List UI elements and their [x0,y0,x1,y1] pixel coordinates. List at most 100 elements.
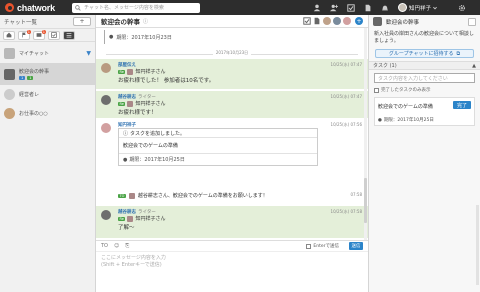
search-input[interactable]: チャット名、メッセージ内容を検索 [72,2,200,13]
chat-item-name: マイチャット [19,51,49,57]
chat-item-work[interactable]: お仕事の○○ [0,104,95,123]
user-name: 知円祥子 [408,5,431,12]
to-badge: TO [118,193,126,198]
member-avatar[interactable] [323,17,331,25]
member-avatar[interactable] [343,17,351,25]
collapse-icon[interactable]: ▲ [472,63,476,69]
emoji-icon[interactable]: ☺ [114,243,119,249]
message-timeline: ● 期限：2017年10月23日 2017年10月23日 部屋伝え 10/25(… [96,28,368,240]
task-input[interactable]: タスク内容を入力してください [374,73,475,83]
enter-send-label: Enterで送信 [313,244,339,249]
filter-flag-icon[interactable]: 1 [18,29,31,40]
recipient-name: 知円祥子さん [135,216,166,222]
recipient-name: 知円祥子さん [135,69,166,75]
chat-avatar [4,108,15,119]
mention-badge: 1 [27,76,34,80]
message-time: 10/25(水) 07:47 [330,62,362,67]
sender-avatar [101,95,111,105]
filter-mention-icon[interactable]: 1 [33,29,46,40]
compose-toolbar: TO ☺ ⎘ Enterで送信 送信 [96,241,368,252]
task-card-deadline: 期限：2017年10月25日 [129,157,185,163]
task-icon[interactable] [303,17,311,25]
deadline-text: 期限：2017年10月23日 [116,34,172,41]
recipient-avatar [127,68,134,75]
chat-item-my-chat[interactable]: マイチャット ▼ [0,44,95,63]
pin-icon: ▼ [86,50,91,57]
link-icon: ⧉ [456,50,461,57]
user-avatar-icon: ● [378,117,382,123]
to-button[interactable]: TO [101,243,108,249]
edit-icon[interactable] [468,17,476,26]
add-chat-button[interactable]: + [73,17,91,26]
message-time: 10/25(水) 07:58 [330,209,362,214]
scrollbar-thumb[interactable] [364,178,367,223]
task-card-title: タスクを追加しました。 [130,130,186,137]
sender-avatar [101,63,111,73]
room-info-title: 歓迎会の幹事 [386,19,420,26]
to-line: Re 知円祥子さん [118,100,165,107]
room-info-icon[interactable]: ⓘ [143,18,148,25]
complete-task-button[interactable]: 完了 [453,101,471,109]
show-completed-label: 完了したタスクのみ表示 [381,88,431,93]
attach-icon[interactable]: ⎘ [125,243,129,249]
chat-list: マイチャット ▼ 歓迎会の幹事 1 1 経営者レ お仕事の○○ [0,42,95,123]
task-card-task: 歓迎会でのゲームの準備 [119,138,317,154]
top-bar: chatwork チャット名、メッセージ内容を検索 知円祥子 [0,0,480,15]
task-check-icon[interactable] [347,3,355,12]
recipient-name: 知円祥子さん [135,101,166,107]
file-icon[interactable] [364,4,372,12]
bell-icon[interactable] [381,4,389,12]
message-input-hint: (Shift + Enterキーで送信) [101,262,162,268]
filter-task-icon[interactable] [48,30,60,40]
room-info-panel: 歓迎会の幹事 新入社員の岸田さんの歓迎会について相談しましょう。 グループチャッ… [368,15,480,292]
filter-home-icon[interactable] [3,30,15,40]
message-input[interactable]: ここにメッセージ内容を入力 (Shift + Enterキーで送信) [96,252,368,272]
message-time: 10/25(水) 07:56 [330,122,362,127]
message-item[interactable]: 越谷耕志 ライター 10/25(水) 07:58 Re 知円祥子さん 了解〜 [96,206,368,238]
chat-item-manager[interactable]: 経営者レ [0,85,95,104]
enter-send-checkbox[interactable] [306,243,312,249]
chat-item-welcome-party[interactable]: 歓迎会の幹事 1 1 [0,63,95,85]
message-item[interactable]: 知円祥子 10/25(水) 07:56 ⓘ タスクを追加しました。 歓迎会でのゲー… [96,119,368,177]
add-member-button[interactable]: + [355,17,363,25]
user-menu[interactable]: 知円祥子 [397,3,439,12]
search-placeholder: チャット名、メッセージ内容を検索 [84,5,164,11]
timeline-scrollbar[interactable] [364,28,367,240]
settings-gear-icon[interactable] [458,4,466,12]
message-item[interactable]: 部屋伝え 10/25(水) 07:47 Re 知円祥子さん お疲れ様でした！ 参加… [96,59,368,89]
task-section-title: タスク (1) [373,63,397,69]
chatwork-logo[interactable]: chatwork [5,3,67,13]
logo-text: chatwork [17,2,55,13]
show-completed-checkbox[interactable] [374,87,379,93]
room-header: 歓迎会の幹事 ⓘ + [96,15,368,28]
chevron-down-icon [431,4,439,12]
message-item[interactable]: 越谷耕志 ライター 10/25(水) 07:47 Re 知円祥子さん お疲れ様です！ [96,91,368,118]
member-avatar[interactable] [333,17,341,25]
chat-item-name: 歓迎会の幹事 [19,69,50,75]
show-completed-toggle[interactable]: 完了したタスクのみ表示 [369,86,480,94]
task-item[interactable]: 歓迎会でのゲームの準備 完了 ● 期限：2017年10月25日 [374,97,475,126]
contacts-icon[interactable] [313,4,321,12]
user-avatar [397,3,407,12]
chat-list-title: チャット一覧 [4,19,37,26]
task-section-header[interactable]: タスク (1) ▲ [369,61,480,70]
invite-group-button[interactable]: グループチャットに招待する ⧉ [375,49,474,58]
sender-avatar [101,123,111,133]
filter-list-icon[interactable] [63,30,75,40]
room-info-header: 歓迎会の幹事 [369,15,480,28]
system-message-text: 越谷耕志さん、歓迎会でのゲームの準備をお願いします！ [137,193,268,199]
panel-scrollbar[interactable] [476,205,479,285]
chat-list-header: チャット一覧 + [0,15,95,29]
enter-send-toggle[interactable]: Enterで送信 [306,243,339,249]
task-item-deadline-row: ● 期限：2017年10月25日 [378,117,434,124]
file-icon[interactable] [313,17,321,25]
room-description: 新入社員の岸田さんの歓迎会について相談しましょう。 [374,31,474,44]
date-text: 2017年10月23日 [212,50,252,55]
recipient-avatar [128,192,135,199]
room-title: 歓迎会の幹事 [101,18,140,26]
search-icon [75,4,81,11]
send-button[interactable]: 送信 [349,242,363,250]
message-body: お疲れ様です！ [118,110,157,116]
add-contact-icon[interactable] [329,4,338,12]
task-item-deadline: 期限：2017年10月25日 [383,118,434,123]
